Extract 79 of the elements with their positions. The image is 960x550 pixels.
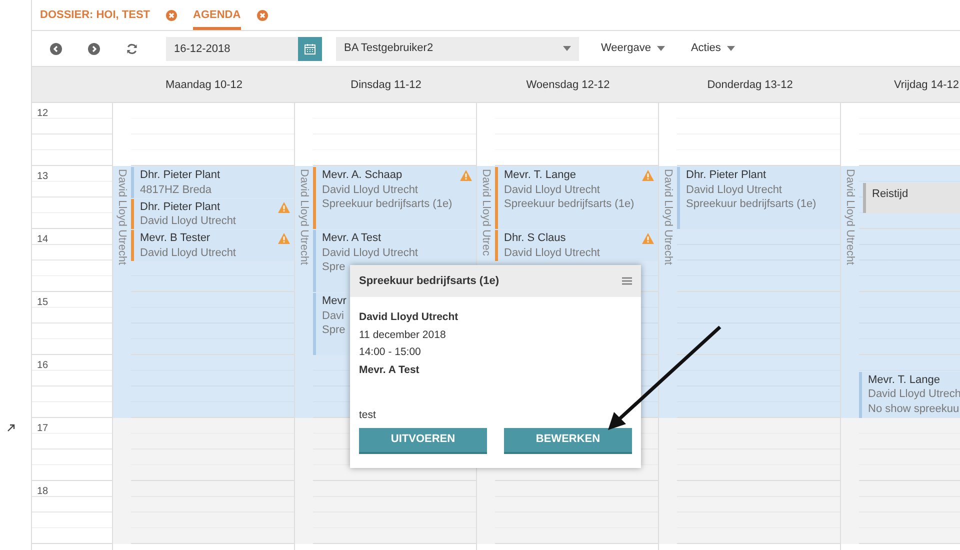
day-header: Maandag 10-12 [164,78,244,93]
calendar-icon [304,42,316,54]
user-select[interactable]: BA Testgebruiker2 [336,36,579,60]
caret-icon [726,46,735,51]
appointment-detail: David Lloyd Utrecht [686,182,782,197]
time-slot[interactable]: Mevr. B Tester David Lloyd Utrecht [131,229,294,292]
appointment-name: Mevr. A. Schaap [322,168,402,182]
appointment-block[interactable]: Dhr. Pieter Plant 4817HZ Breda [131,167,294,198]
day-header: Vrijdag 14-12 [892,78,960,93]
hour-label: 13 [37,171,48,182]
appointment-detail: 4817HZ Breda [140,182,212,197]
popover-client: Mevr. A Test [359,362,420,378]
user-select-value: BA Testgebruiker2 [344,41,434,56]
previous-icon[interactable] [50,42,62,54]
popover-location: David Lloyd Utrecht [359,310,458,325]
popover-date: 11 december 2018 [359,328,446,342]
calendar-button[interactable] [298,36,322,60]
appointment-block[interactable]: Dhr. S Claus David Lloyd Utrecht [495,230,658,260]
popover-time: 14:00 - 15:00 [359,345,421,360]
appointment-detail: David Lloyd Utrecht [140,214,236,228]
travel-time-block[interactable]: Reistijd [863,182,960,214]
appointment-detail: Spreekuur bedrijfsarts (1e) [322,197,452,212]
appointment-block[interactable]: Dhr. Pieter Plant David Lloyd Utrecht Spreekuur bedrijfsarts (1e) [677,167,840,229]
menu-button[interactable]: Weergave [597,40,669,57]
appointment-name: Dhr. Pieter Plant [140,168,220,182]
arrow-icon [7,424,15,432]
appointment-detail: David Lloyd Utrecht [504,246,600,260]
close-icon[interactable] [256,10,268,20]
appointment-detail: David Lloyd Utrecht [140,246,236,260]
appointment-name: Dhr. Pieter Plant [140,200,220,214]
location-label: David Lloyd Utrec [479,168,493,256]
appointment-block[interactable]: Mevr. T. Lange David Lloyd Utrecht Spreekuur bedrijfsarts (1e) [495,167,658,229]
time-slot[interactable]: Dhr. Pieter Plant 4817HZ Breda Dhr. Pieter Plant David Lloyd Utrecht [131,166,294,229]
time-slot[interactable]: Reistijd [859,166,960,229]
appointment-block[interactable]: Mevr. B Tester David Lloyd Utrecht [131,230,294,260]
close-icon[interactable] [166,10,178,20]
date-field[interactable]: 16-12-2018 [166,36,298,60]
appointment-detail: David Lloyd Utrecht [504,182,600,197]
location-label: David Lloyd Utrecht [115,168,129,265]
caret-icon [563,46,571,51]
appointment-name: Reistijd [872,186,908,202]
appointment-block[interactable]: Mevr. T. Lange David Lloyd Utrech No show spreekuu [859,372,960,418]
hour-label: 16 [37,360,48,371]
appointment-detail: Davi [322,308,344,323]
appointment-detail: David Lloyd Utrech [868,387,960,402]
appointment-detail: Spre [322,260,346,274]
appointment-detail: David Lloyd Utrecht [322,182,418,197]
menu-icon[interactable] [622,277,632,285]
appointment-detail: Spreekuur bedrijfsarts (1e) [504,197,634,212]
location-label: David Lloyd Utrecht [661,168,675,265]
popover-note: test [359,408,376,423]
location-label: David Lloyd Utrecht [297,168,311,265]
hour-label: 12 [37,108,48,119]
appointment-name: Dhr. S Claus [504,231,566,246]
appointment-detail: David Lloyd Utrecht [322,246,418,260]
day-header: Woensdag 12-12 [525,78,611,93]
day-header: Donderdag 13-12 [706,78,794,93]
location-label: David Lloyd Utrecht [843,168,857,265]
hour-label: 15 [37,297,48,308]
time-slot[interactable]: Mevr. T. Lange David Lloyd Utrech No show spreekuu [859,355,960,418]
day-header: Dinsdag 11-12 [350,78,422,93]
appointment-name: Mevr. T. Lange [504,168,576,182]
appointment-block[interactable]: Dhr. Pieter Plant David Lloyd Utrecht [131,198,294,229]
appointment-name: Dhr. Pieter Plant [686,168,766,182]
hour-label: 17 [37,423,48,434]
caret-icon [656,46,665,51]
next-icon[interactable] [88,42,100,54]
appointment-block[interactable]: Mevr. A. Schaap David Lloyd Utrecht Spreekuur bedrijfsarts (1e) [313,167,476,229]
appointment-name: Mevr [322,294,346,308]
appointment-detail: No show spreekuu [868,402,960,416]
refresh-icon[interactable] [126,42,138,54]
hour-label: 14 [37,234,48,245]
appointment-name: Mevr. T. Lange [868,372,940,388]
appointment-detail: Spre [322,323,346,338]
appointment-detail: Spreekuur bedrijfsarts (1e) [686,197,816,212]
appointment-name: Mevr. A Test [322,231,382,246]
menu-button[interactable]: Acties [686,40,739,57]
appointment-name: Mevr. B Tester [140,231,210,246]
hour-label: 18 [37,486,48,497]
